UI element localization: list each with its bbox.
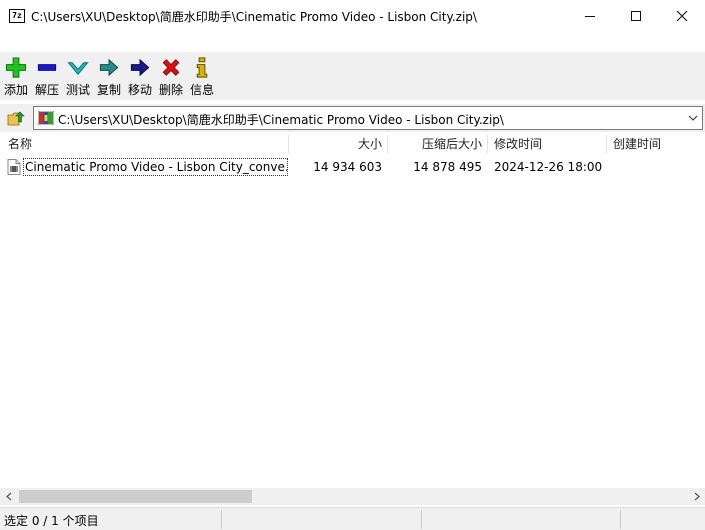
add-button-label: 添加 <box>3 83 28 97</box>
column-header-size[interactable]: 大小 <box>300 133 382 155</box>
arrow-right-icon <box>130 58 150 77</box>
column-divider[interactable] <box>606 135 607 153</box>
file-modified-cell: 2024-12-26 18:00 <box>494 160 603 174</box>
column-header-packed-size[interactable]: 压缩后大小 <box>392 133 482 155</box>
maximize-button[interactable] <box>613 0 659 32</box>
file-size-cell: 14 934 603 <box>313 160 382 174</box>
column-divider[interactable] <box>487 135 488 153</box>
zip-archive-icon <box>38 111 54 125</box>
arrow-right-icon <box>99 58 119 77</box>
delete-button-label: 删除 <box>158 83 183 97</box>
minus-icon <box>37 64 57 71</box>
scrollbar-thumb[interactable] <box>19 490 252 503</box>
column-divider[interactable] <box>288 135 289 153</box>
folder-up-icon <box>7 111 25 126</box>
video-file-icon <box>7 159 21 175</box>
check-icon <box>67 62 89 75</box>
info-button-label: 信息 <box>189 83 214 97</box>
scroll-left-button[interactable] <box>0 488 17 505</box>
extract-button-label: 解压 <box>34 83 59 97</box>
status-divider <box>620 510 621 529</box>
info-button[interactable]: 信息 <box>189 56 215 98</box>
chevron-right-icon <box>694 492 700 501</box>
column-header-modified[interactable]: 修改时间 <box>494 133 542 155</box>
address-dropdown-button[interactable] <box>687 111 699 125</box>
test-button-label: 测试 <box>65 83 90 97</box>
window-title: C:\Users\XU\Desktop\简鹿水印助手\Cinematic Pro… <box>31 10 477 24</box>
close-button[interactable] <box>659 0 705 32</box>
file-list-header: 名称 大小 压缩后大小 修改时间 创建时间 <box>0 133 705 155</box>
address-bar: C:\Users\XU\Desktop\简鹿水印助手\Cinematic Pro… <box>0 104 705 132</box>
status-divider <box>421 510 422 529</box>
file-packed-size-cell: 14 878 495 <box>413 160 482 174</box>
test-button[interactable]: 测试 <box>65 56 91 98</box>
plus-icon <box>5 57 27 78</box>
status-divider <box>221 510 222 529</box>
horizontal-scrollbar[interactable] <box>0 488 705 505</box>
copy-button[interactable]: 复制 <box>96 56 122 98</box>
column-header-created[interactable]: 创建时间 <box>613 133 661 155</box>
delete-button[interactable]: 删除 <box>158 56 184 98</box>
column-header-name[interactable]: 名称 <box>8 133 32 155</box>
chevron-left-icon <box>5 492 11 501</box>
address-combobox[interactable]: C:\Users\XU\Desktop\简鹿水印助手\Cinematic Pro… <box>33 106 703 130</box>
file-name-cell[interactable]: Cinematic Promo Video - Lisbon City_conv… <box>23 158 288 176</box>
move-button-label: 移动 <box>127 83 152 97</box>
copy-button-label: 复制 <box>96 83 121 97</box>
chevron-down-icon <box>688 115 698 121</box>
move-button[interactable]: 移动 <box>127 56 153 98</box>
minimize-icon <box>585 15 595 17</box>
7zip-app-icon: 7z <box>9 9 25 23</box>
title-bar: 7z C:\Users\XU\Desktop\简鹿水印助手\Cinematic … <box>0 0 705 32</box>
selection-status: 选定 0 / 1 个项目 <box>4 514 99 528</box>
up-folder-button[interactable] <box>4 107 28 129</box>
file-list[interactable]: Cinematic Promo Video - Lisbon City_conv… <box>0 155 705 488</box>
menu-bar <box>0 32 705 52</box>
maximize-icon <box>631 11 641 21</box>
address-path: C:\Users\XU\Desktop\简鹿水印助手\Cinematic Pro… <box>58 113 504 127</box>
close-icon <box>676 10 688 22</box>
scroll-right-button[interactable] <box>688 488 705 505</box>
info-icon <box>196 57 208 78</box>
extract-button[interactable]: 解压 <box>34 56 60 98</box>
table-row[interactable]: Cinematic Promo Video - Lisbon City_conv… <box>0 157 705 177</box>
toolbar: 添加 解压 测试 复制 移动 删除 信息 <box>0 52 705 100</box>
x-icon <box>162 59 180 76</box>
column-divider[interactable] <box>387 135 388 153</box>
status-bar: 选定 0 / 1 个项目 <box>0 507 705 530</box>
minimize-button[interactable] <box>567 0 613 32</box>
add-button[interactable]: 添加 <box>3 56 29 98</box>
